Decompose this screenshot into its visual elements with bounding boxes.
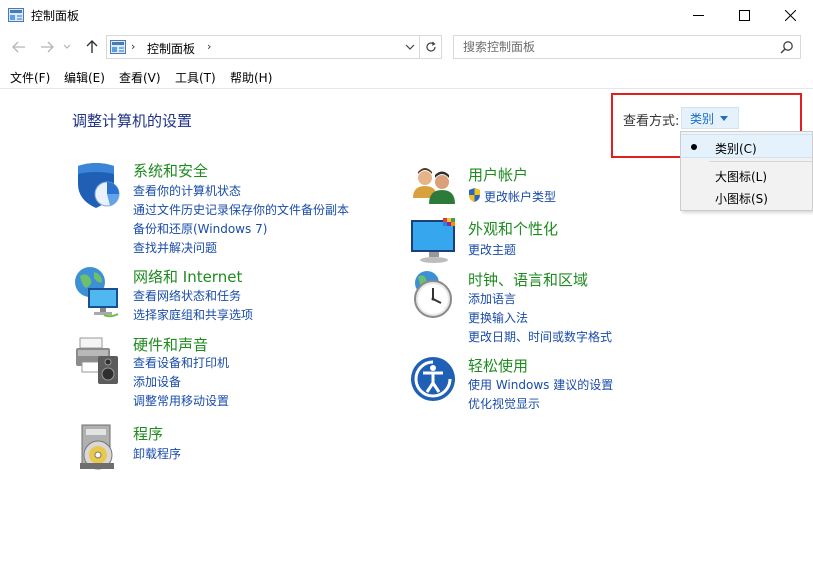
monitor-paint-icon[interactable] — [409, 218, 461, 270]
close-button[interactable] — [767, 0, 813, 31]
category-title[interactable]: 用户帐户 — [468, 164, 528, 185]
chevron-down-icon — [405, 44, 415, 50]
search-icon[interactable] — [780, 40, 794, 54]
users-icon[interactable] — [409, 164, 461, 216]
menu-view[interactable]: 查看(V) — [119, 69, 161, 86]
view-option-large-icons[interactable]: 大图标(L) — [681, 163, 812, 187]
menu-file[interactable]: 文件(F) — [10, 69, 50, 86]
minimize-button[interactable] — [675, 0, 721, 31]
view-option-small-icons[interactable]: 小图标(S) — [681, 185, 812, 209]
control-panel-icon — [8, 8, 24, 22]
category-link[interactable]: 选择家庭组和共享选项 — [133, 306, 253, 323]
category-link[interactable]: 调整常用移动设置 — [133, 392, 229, 409]
category-title[interactable]: 网络和 Internet — [133, 266, 242, 287]
category-link[interactable]: 查看设备和打印机 — [133, 354, 229, 371]
category-link[interactable]: 更改帐户类型 — [484, 188, 556, 205]
maximize-button[interactable] — [721, 0, 767, 31]
breadcrumb-separator-icon[interactable]: › — [131, 40, 135, 53]
control-panel-icon — [110, 40, 126, 54]
category-link[interactable]: 更改日期、时间或数字格式 — [468, 328, 612, 345]
breadcrumb-control-panel[interactable]: 控制面板 — [147, 40, 195, 57]
category-title[interactable]: 时钟、语言和区域 — [468, 269, 588, 290]
category-link[interactable]: 通过文件历史记录保存你的文件备份副本 — [133, 201, 349, 218]
refresh-button[interactable] — [419, 36, 441, 58]
category-title[interactable]: 硬件和声音 — [133, 334, 208, 355]
category-link[interactable]: 使用 Windows 建议的设置 — [468, 376, 613, 393]
menu-edit[interactable]: 编辑(E) — [64, 69, 105, 86]
shield-icon[interactable] — [74, 160, 126, 212]
category-link[interactable]: 优化视觉显示 — [468, 395, 540, 412]
page-title: 调整计算机的设置 — [72, 112, 193, 130]
back-button[interactable] — [9, 37, 29, 57]
arrow-up-icon — [86, 40, 98, 53]
view-by-menu: 类别(C) 大图标(L) 小图标(S) — [680, 131, 813, 211]
search-box[interactable] — [453, 35, 801, 59]
close-icon — [784, 10, 796, 21]
address-history-button[interactable] — [401, 36, 419, 58]
category-link[interactable]: 查看你的计算机状态 — [133, 182, 241, 199]
view-option-category[interactable]: 类别(C) — [681, 134, 812, 158]
menu-divider — [0, 88, 813, 89]
maximize-icon — [738, 10, 750, 21]
recent-locations-button[interactable] — [60, 37, 74, 57]
forward-button[interactable] — [37, 37, 57, 57]
menu-tools[interactable]: 工具(T) — [175, 69, 216, 86]
network-globe-icon[interactable] — [74, 266, 126, 318]
chevron-down-icon — [63, 44, 71, 49]
breadcrumb-separator-icon[interactable]: › — [207, 40, 211, 53]
category-title[interactable]: 轻松使用 — [468, 355, 528, 376]
category-link[interactable]: 添加语言 — [468, 290, 516, 307]
search-input[interactable] — [454, 36, 774, 58]
category-title[interactable]: 外观和个性化 — [468, 218, 558, 239]
programs-disc-icon[interactable] — [74, 423, 126, 475]
address-bar[interactable]: › 控制面板 › — [106, 35, 442, 59]
clock-globe-icon[interactable] — [409, 269, 461, 321]
category-link[interactable]: 更改主题 — [468, 241, 516, 258]
window-title: 控制面板 — [31, 9, 80, 23]
up-button[interactable] — [82, 37, 102, 57]
category-title[interactable]: 系统和安全 — [133, 160, 208, 181]
category-link[interactable]: 卸载程序 — [133, 445, 181, 462]
arrow-right-icon — [41, 41, 54, 53]
menu-separator — [709, 161, 812, 162]
menu-bar: 文件(F) 编辑(E) 查看(V) 工具(T) 帮助(H) — [0, 67, 813, 87]
uac-shield-icon — [469, 188, 480, 202]
title-bar: 控制面板 — [0, 0, 813, 31]
navigation-bar: › 控制面板 › — [0, 33, 813, 63]
printer-speaker-icon[interactable] — [74, 334, 126, 386]
category-link[interactable]: 查找并解决问题 — [133, 239, 217, 256]
category-title[interactable]: 程序 — [133, 423, 163, 444]
refresh-icon — [425, 41, 436, 52]
radio-bullet-icon — [691, 144, 697, 150]
category-link[interactable]: 查看网络状态和任务 — [133, 287, 241, 304]
menu-help[interactable]: 帮助(H) — [230, 69, 272, 86]
accessibility-icon[interactable] — [409, 355, 461, 407]
category-link[interactable]: 添加设备 — [133, 373, 181, 390]
arrow-left-icon — [12, 41, 25, 53]
category-link[interactable]: 更换输入法 — [468, 309, 528, 326]
minimize-icon — [692, 15, 704, 16]
category-link[interactable]: 备份和还原(Windows 7) — [133, 220, 267, 237]
